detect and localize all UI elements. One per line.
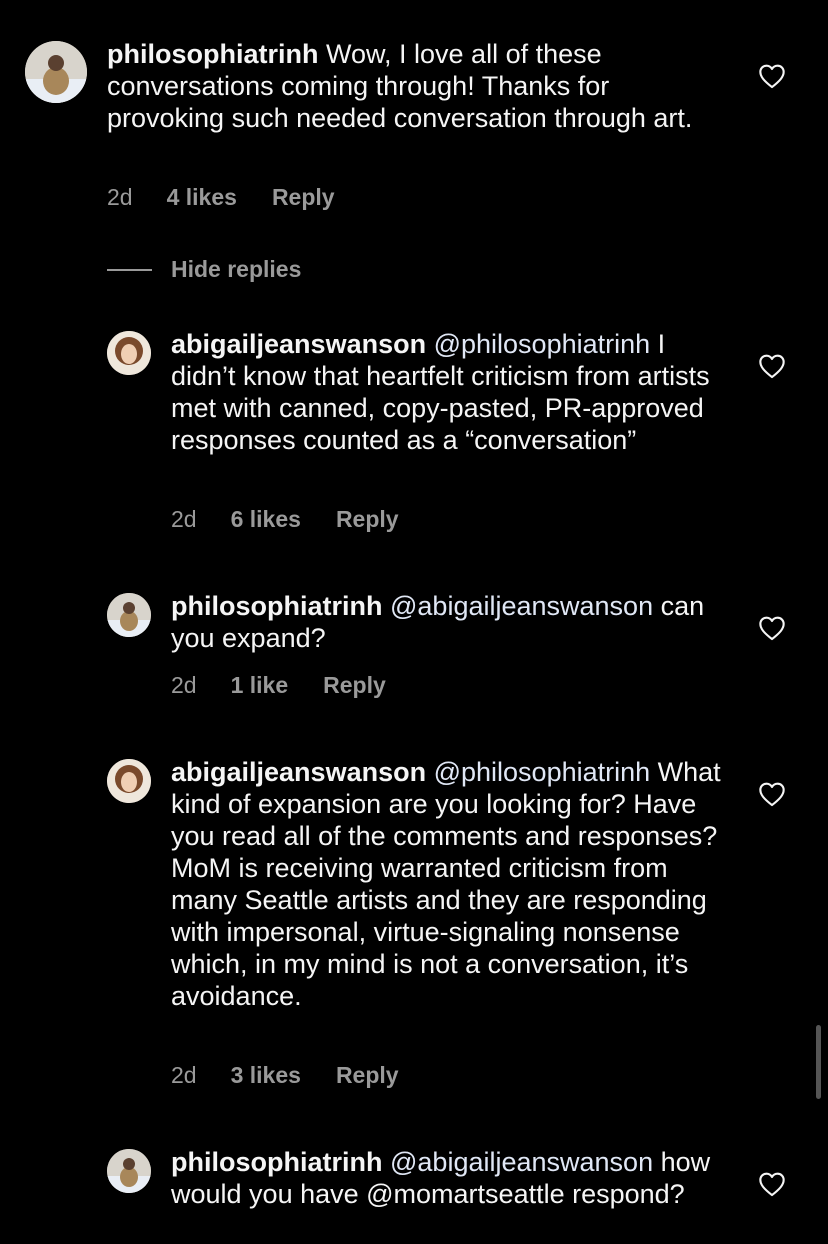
avatar[interactable] — [107, 593, 151, 637]
likes-count[interactable]: 4 likes — [167, 184, 237, 211]
heart-outline-icon[interactable] — [758, 615, 786, 641]
comment-text: philosophiatrinh @abigailjeanswanson how… — [171, 1146, 731, 1210]
comment-text: philosophiatrinh @abigailjeanswanson can… — [171, 590, 731, 654]
likes-count[interactable]: 3 likes — [231, 1062, 301, 1089]
comment-text: abigailjeanswanson @philosophiatrinh Wha… — [171, 756, 731, 1012]
divider — [107, 268, 152, 271]
comment-text: philosophiatrinh Wow, I love all of thes… — [107, 38, 727, 134]
heart-outline-icon[interactable] — [758, 1171, 786, 1197]
mention-link[interactable]: @philosophiatrinh — [434, 329, 651, 359]
timestamp: 2d — [107, 184, 133, 210]
comment-meta: 2d 4 likes Reply — [107, 184, 335, 211]
username-link[interactable]: abigailjeanswanson — [171, 757, 426, 787]
heart-outline-icon[interactable] — [758, 353, 786, 379]
timestamp: 2d — [171, 672, 197, 698]
scrollbar[interactable] — [816, 1025, 821, 1099]
timestamp: 2d — [171, 506, 197, 532]
heart-outline-icon[interactable] — [758, 781, 786, 807]
reply-button[interactable]: Reply — [272, 184, 335, 211]
avatar[interactable] — [25, 41, 87, 103]
reply-button[interactable]: Reply — [323, 672, 386, 699]
hide-replies-label: Hide replies — [171, 256, 302, 282]
username-link[interactable]: philosophiatrinh — [171, 1147, 382, 1177]
hide-replies-button[interactable]: Hide replies — [107, 256, 301, 283]
avatar[interactable] — [107, 331, 151, 375]
reply-button[interactable]: Reply — [336, 1062, 399, 1089]
timestamp: 2d — [171, 1062, 197, 1088]
avatar[interactable] — [107, 759, 151, 803]
comment-text: abigailjeanswanson @philosophiatrinh I d… — [171, 328, 731, 456]
avatar[interactable] — [107, 1149, 151, 1193]
mention-link[interactable]: @abigailjeanswanson — [390, 1147, 653, 1177]
likes-count[interactable]: 1 like — [231, 672, 289, 699]
comment-meta: 2d 1 like Reply — [171, 672, 386, 699]
comment-meta: 2d 3 likes Reply — [171, 1062, 399, 1089]
heart-outline-icon[interactable] — [758, 63, 786, 89]
username-link[interactable]: philosophiatrinh — [107, 39, 318, 69]
username-link[interactable]: philosophiatrinh — [171, 591, 382, 621]
mention-link[interactable]: @abigailjeanswanson — [390, 591, 653, 621]
username-link[interactable]: abigailjeanswanson — [171, 329, 426, 359]
comment-body: What kind of expansion are you looking f… — [171, 757, 721, 1011]
comment-meta: 2d 6 likes Reply — [171, 506, 399, 533]
mention-link[interactable]: @philosophiatrinh — [434, 757, 651, 787]
likes-count[interactable]: 6 likes — [231, 506, 301, 533]
reply-button[interactable]: Reply — [336, 506, 399, 533]
